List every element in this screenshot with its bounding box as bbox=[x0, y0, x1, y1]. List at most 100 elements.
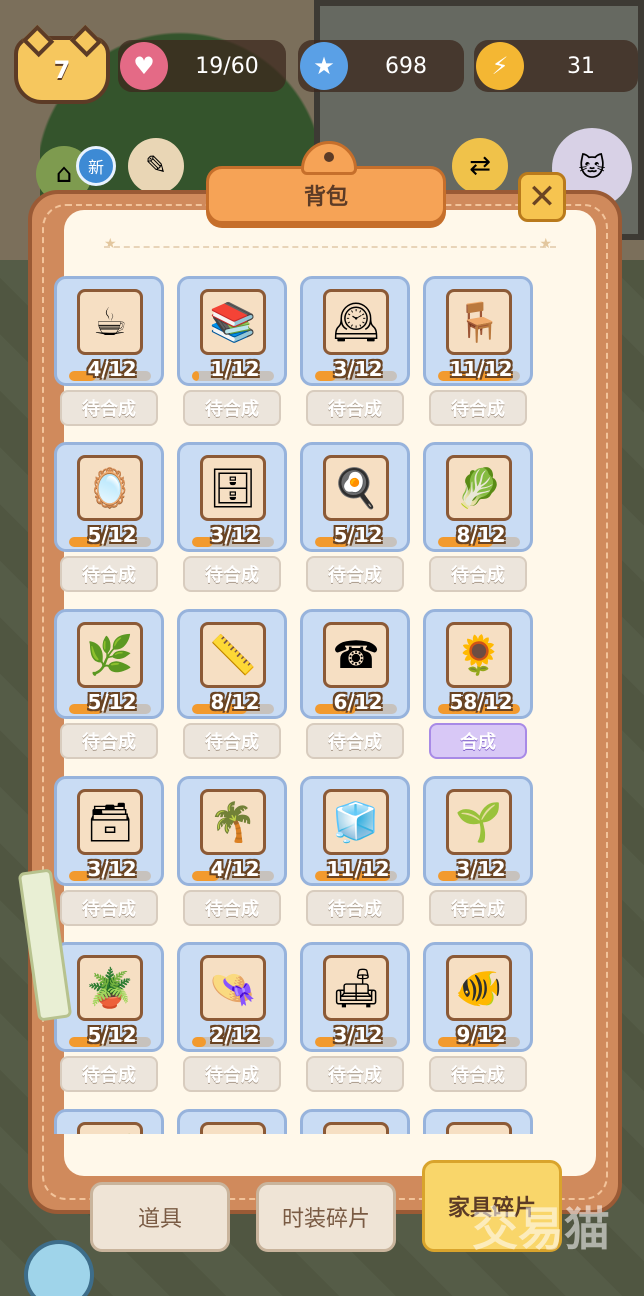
pending-synthesis-button[interactable]: 待合成 bbox=[306, 1056, 404, 1092]
fragment-count: 9/12 bbox=[456, 1023, 506, 1047]
hanging-plant-icon: 🌿 bbox=[77, 622, 143, 688]
pending-synthesis-button[interactable]: 待合成 bbox=[183, 1056, 281, 1092]
item-card[interactable]: 🪞 5/12 bbox=[54, 442, 164, 552]
item-cell[interactable]: 🍳 5/12 待合成 bbox=[300, 442, 410, 598]
pending-synthesis-button[interactable]: 待合成 bbox=[60, 556, 158, 592]
item-cell[interactable]: 🧊 11/12 待合成 bbox=[300, 776, 410, 932]
item-cell[interactable]: 🛋 3/12 待合成 bbox=[300, 942, 410, 1098]
item-cell[interactable]: ☕ 4/12 待合成 bbox=[54, 276, 164, 432]
item-card[interactable]: 🌿 5/12 bbox=[54, 609, 164, 719]
item-card[interactable]: 🌱 3/12 bbox=[423, 776, 533, 886]
item-cell[interactable]: 👒 2/12 待合成 bbox=[177, 942, 287, 1098]
item-card[interactable]: 🗃 3/12 bbox=[54, 776, 164, 886]
item-cell[interactable]: 🕰 3/12 待合成 bbox=[300, 276, 410, 432]
arched-mirror-icon: 🪞 bbox=[77, 455, 143, 521]
item-cell[interactable]: 📏 8/12 待合成 bbox=[177, 609, 287, 765]
item-card[interactable]: 🧊 11/12 bbox=[300, 776, 410, 886]
pending-synthesis-button[interactable]: 待合成 bbox=[429, 556, 527, 592]
item-cell[interactable]: 🪞 5/12 待合成 bbox=[54, 442, 164, 598]
pending-synthesis-button[interactable]: 待合成 bbox=[306, 556, 404, 592]
item-cell[interactable]: 🥬 8/12 待合成 bbox=[423, 442, 533, 598]
hearts-counter[interactable]: ♥ 19/60 bbox=[118, 40, 286, 92]
hearts-value: 19/60 bbox=[195, 53, 259, 79]
pending-synthesis-button[interactable]: 待合成 bbox=[306, 890, 404, 926]
item-cell[interactable]: 🪵 bbox=[177, 1109, 287, 1134]
side-table-icon: 🪑 bbox=[446, 289, 512, 355]
pending-synthesis-button[interactable]: 待合成 bbox=[183, 390, 281, 426]
pending-synthesis-button[interactable]: 待合成 bbox=[429, 390, 527, 426]
pending-synthesis-button[interactable]: 待合成 bbox=[183, 556, 281, 592]
item-cell[interactable]: 🌿 bbox=[54, 1109, 164, 1134]
trellis-icon: 🌱 bbox=[446, 789, 512, 855]
pending-synthesis-button[interactable]: 待合成 bbox=[60, 723, 158, 759]
item-cell[interactable]: 🟫 bbox=[300, 1109, 410, 1134]
bookcase-icon: 📚 bbox=[200, 289, 266, 355]
item-cell[interactable]: 🗃 3/12 待合成 bbox=[54, 776, 164, 932]
item-card[interactable]: 🛋 3/12 bbox=[300, 942, 410, 1052]
item-cell[interactable]: 📚 1/12 待合成 bbox=[177, 276, 287, 432]
fragment-count: 11/12 bbox=[326, 857, 390, 881]
item-card[interactable]: 🍳 5/12 bbox=[300, 442, 410, 552]
item-card[interactable]: 📏 8/12 bbox=[177, 609, 287, 719]
pencil-icon[interactable]: ✎ bbox=[128, 138, 184, 194]
level-badge[interactable]: 7 bbox=[14, 24, 110, 104]
wall-phone-icon: ☎ bbox=[323, 622, 389, 688]
pending-synthesis-button[interactable]: 待合成 bbox=[429, 1056, 527, 1092]
fragment-count: 4/12 bbox=[210, 857, 260, 881]
item-card[interactable]: 🟩 bbox=[423, 1109, 533, 1134]
item-cell[interactable]: 🪑 11/12 待合成 bbox=[423, 276, 533, 432]
item-cell[interactable]: 🌻 58/12 合成 bbox=[423, 609, 533, 765]
close-button[interactable]: ✕ bbox=[518, 172, 566, 222]
item-card[interactable]: 🥬 8/12 bbox=[423, 442, 533, 552]
item-card[interactable]: 🌻 58/12 bbox=[423, 609, 533, 719]
pending-synthesis-button[interactable]: 待合成 bbox=[306, 390, 404, 426]
stars-counter[interactable]: ★ 698 bbox=[298, 40, 464, 92]
lightning-plus-icon[interactable]: ⚡ bbox=[476, 42, 524, 90]
pending-synthesis-button[interactable]: 待合成 bbox=[429, 890, 527, 926]
fishbowl-table-icon: 🐠 bbox=[446, 955, 512, 1021]
pending-synthesis-button[interactable]: 待合成 bbox=[60, 390, 158, 426]
wall-shelf-icon: 🗄 bbox=[200, 455, 266, 521]
energy-counter[interactable]: ⚡ 31 bbox=[474, 40, 638, 92]
item-card[interactable]: 🪑 11/12 bbox=[423, 276, 533, 386]
pending-synthesis-button[interactable]: 待合成 bbox=[183, 890, 281, 926]
star-plus-icon[interactable]: ★ bbox=[300, 42, 348, 90]
partial-item-icon: 🌿 bbox=[77, 1122, 143, 1134]
item-cell[interactable]: 🗄 3/12 待合成 bbox=[177, 442, 287, 598]
pending-synthesis-button[interactable]: 待合成 bbox=[183, 723, 281, 759]
fragment-count: 5/12 bbox=[87, 690, 137, 714]
item-card[interactable]: 👒 2/12 bbox=[177, 942, 287, 1052]
new-badge[interactable]: 新 bbox=[76, 146, 116, 186]
potted-plant-icon: 🪴 bbox=[77, 955, 143, 1021]
item-card[interactable]: 🕰 3/12 bbox=[300, 276, 410, 386]
item-card[interactable]: 🟫 bbox=[300, 1109, 410, 1134]
item-card[interactable]: 🌿 bbox=[54, 1109, 164, 1134]
item-card[interactable]: 📚 1/12 bbox=[177, 276, 287, 386]
item-card[interactable]: 🐠 9/12 bbox=[423, 942, 533, 1052]
item-cell[interactable]: 🌱 3/12 待合成 bbox=[423, 776, 533, 932]
pending-synthesis-button[interactable]: 待合成 bbox=[306, 723, 404, 759]
tab-items[interactable]: 道具 bbox=[90, 1182, 230, 1252]
item-cell[interactable]: 🐠 9/12 待合成 bbox=[423, 942, 533, 1098]
item-cell[interactable]: 🌴 4/12 待合成 bbox=[177, 776, 287, 932]
item-card[interactable]: ☎ 6/12 bbox=[300, 609, 410, 719]
pending-synthesis-button[interactable]: 待合成 bbox=[60, 890, 158, 926]
item-cell[interactable]: ☎ 6/12 待合成 bbox=[300, 609, 410, 765]
item-cell[interactable]: 🪴 5/12 待合成 bbox=[54, 942, 164, 1098]
palm-plant-icon: 🌴 bbox=[200, 789, 266, 855]
swap-icon[interactable]: ⇄ bbox=[452, 138, 508, 194]
item-card[interactable]: 🌴 4/12 bbox=[177, 776, 287, 886]
item-cell[interactable]: 🌿 5/12 待合成 bbox=[54, 609, 164, 765]
item-card[interactable]: 🗄 3/12 bbox=[177, 442, 287, 552]
cutting-board-icon: 🥬 bbox=[446, 455, 512, 521]
panel-title-tab: 背包 bbox=[206, 141, 446, 224]
item-card[interactable]: 🪴 5/12 bbox=[54, 942, 164, 1052]
synthesize-button[interactable]: 合成 bbox=[429, 723, 527, 759]
pending-synthesis-button[interactable]: 待合成 bbox=[60, 1056, 158, 1092]
fragment-count: 2/12 bbox=[210, 1023, 260, 1047]
sofa-icon: 🛋 bbox=[323, 955, 389, 1021]
item-card[interactable]: ☕ 4/12 bbox=[54, 276, 164, 386]
fragment-count: 1/12 bbox=[210, 357, 260, 381]
item-card[interactable]: 🪵 bbox=[177, 1109, 287, 1134]
item-cell[interactable]: 🟩 bbox=[423, 1109, 533, 1134]
